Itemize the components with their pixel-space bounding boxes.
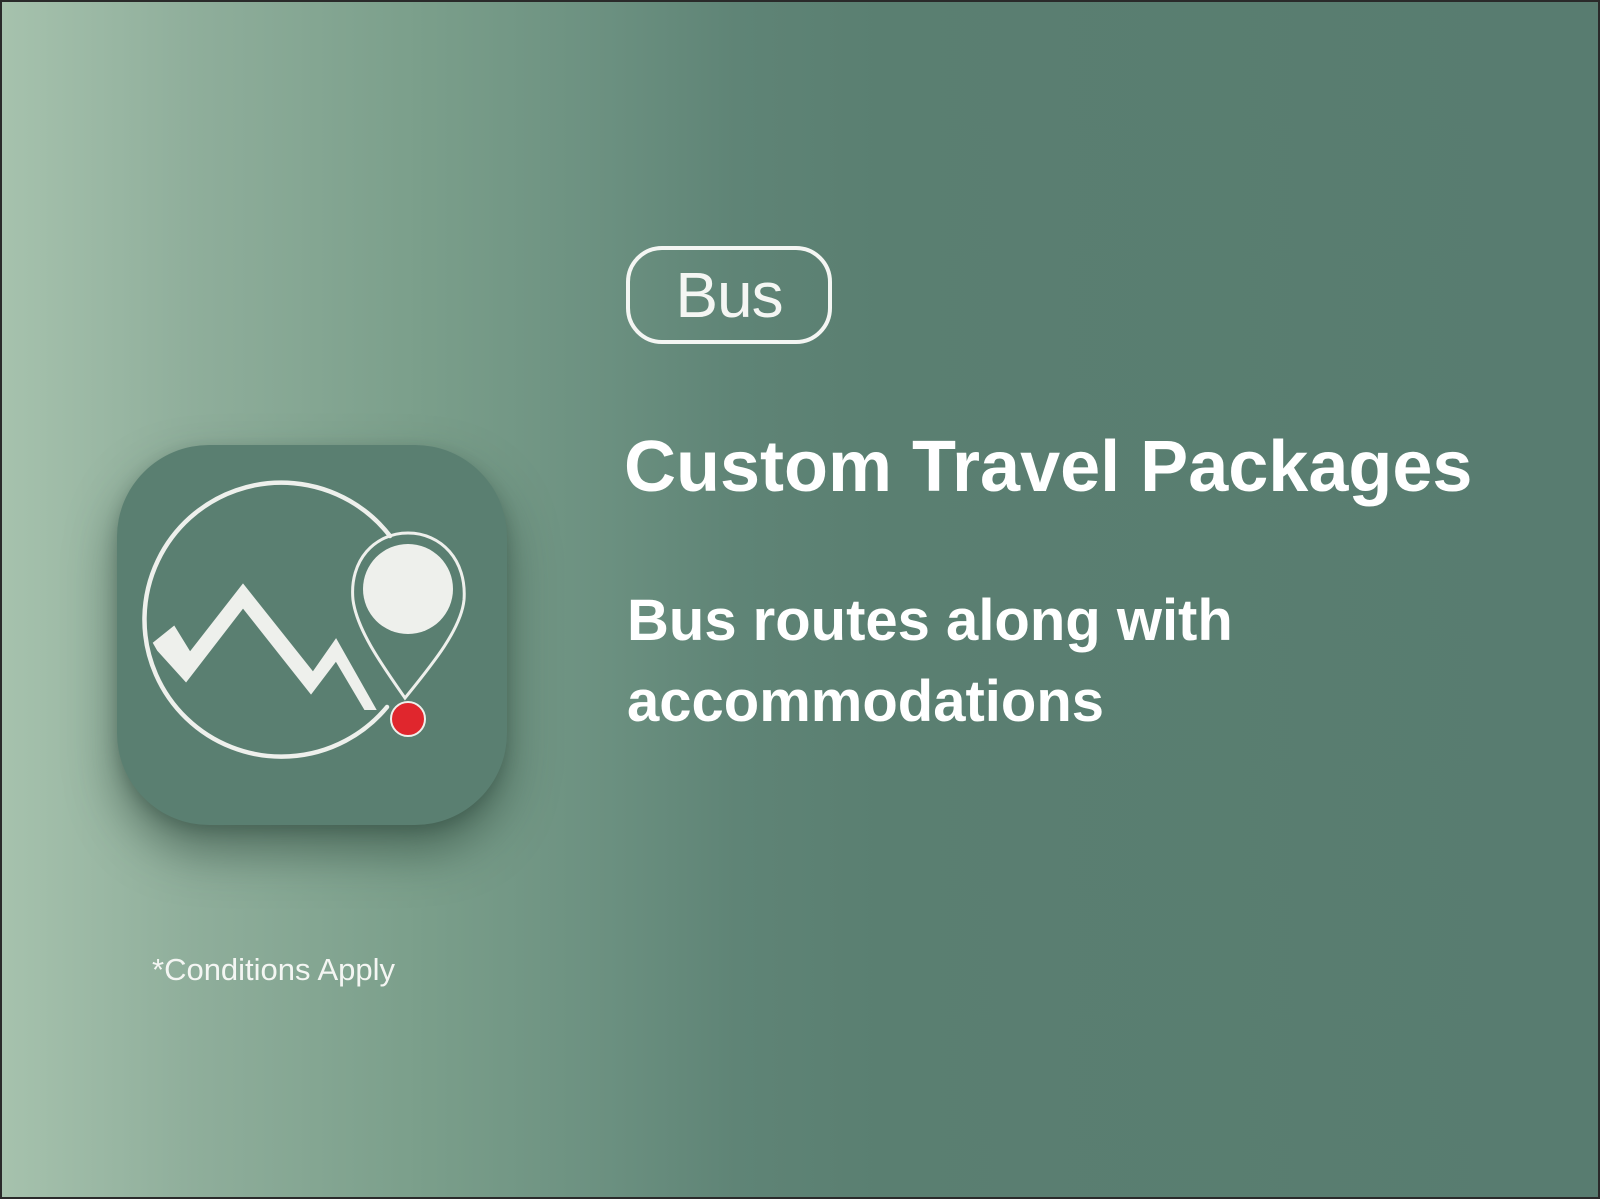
subheadline: Bus routes along with accommodations [627,588,1233,734]
transport-mode-label: Bus [675,259,783,331]
mountain-location-pin-icon [142,480,466,759]
location-pin-center [363,544,453,634]
headline: Custom Travel Packages [624,427,1473,507]
transport-mode-tag: Bus [626,246,832,344]
mountain-range [152,583,377,710]
location-dot [390,701,426,737]
app-icon-tile [117,445,507,825]
conditions-disclaimer: *Conditions Apply [152,952,395,987]
promo-slide: *Conditions Apply Bus Custom Travel Pack… [0,0,1600,1199]
